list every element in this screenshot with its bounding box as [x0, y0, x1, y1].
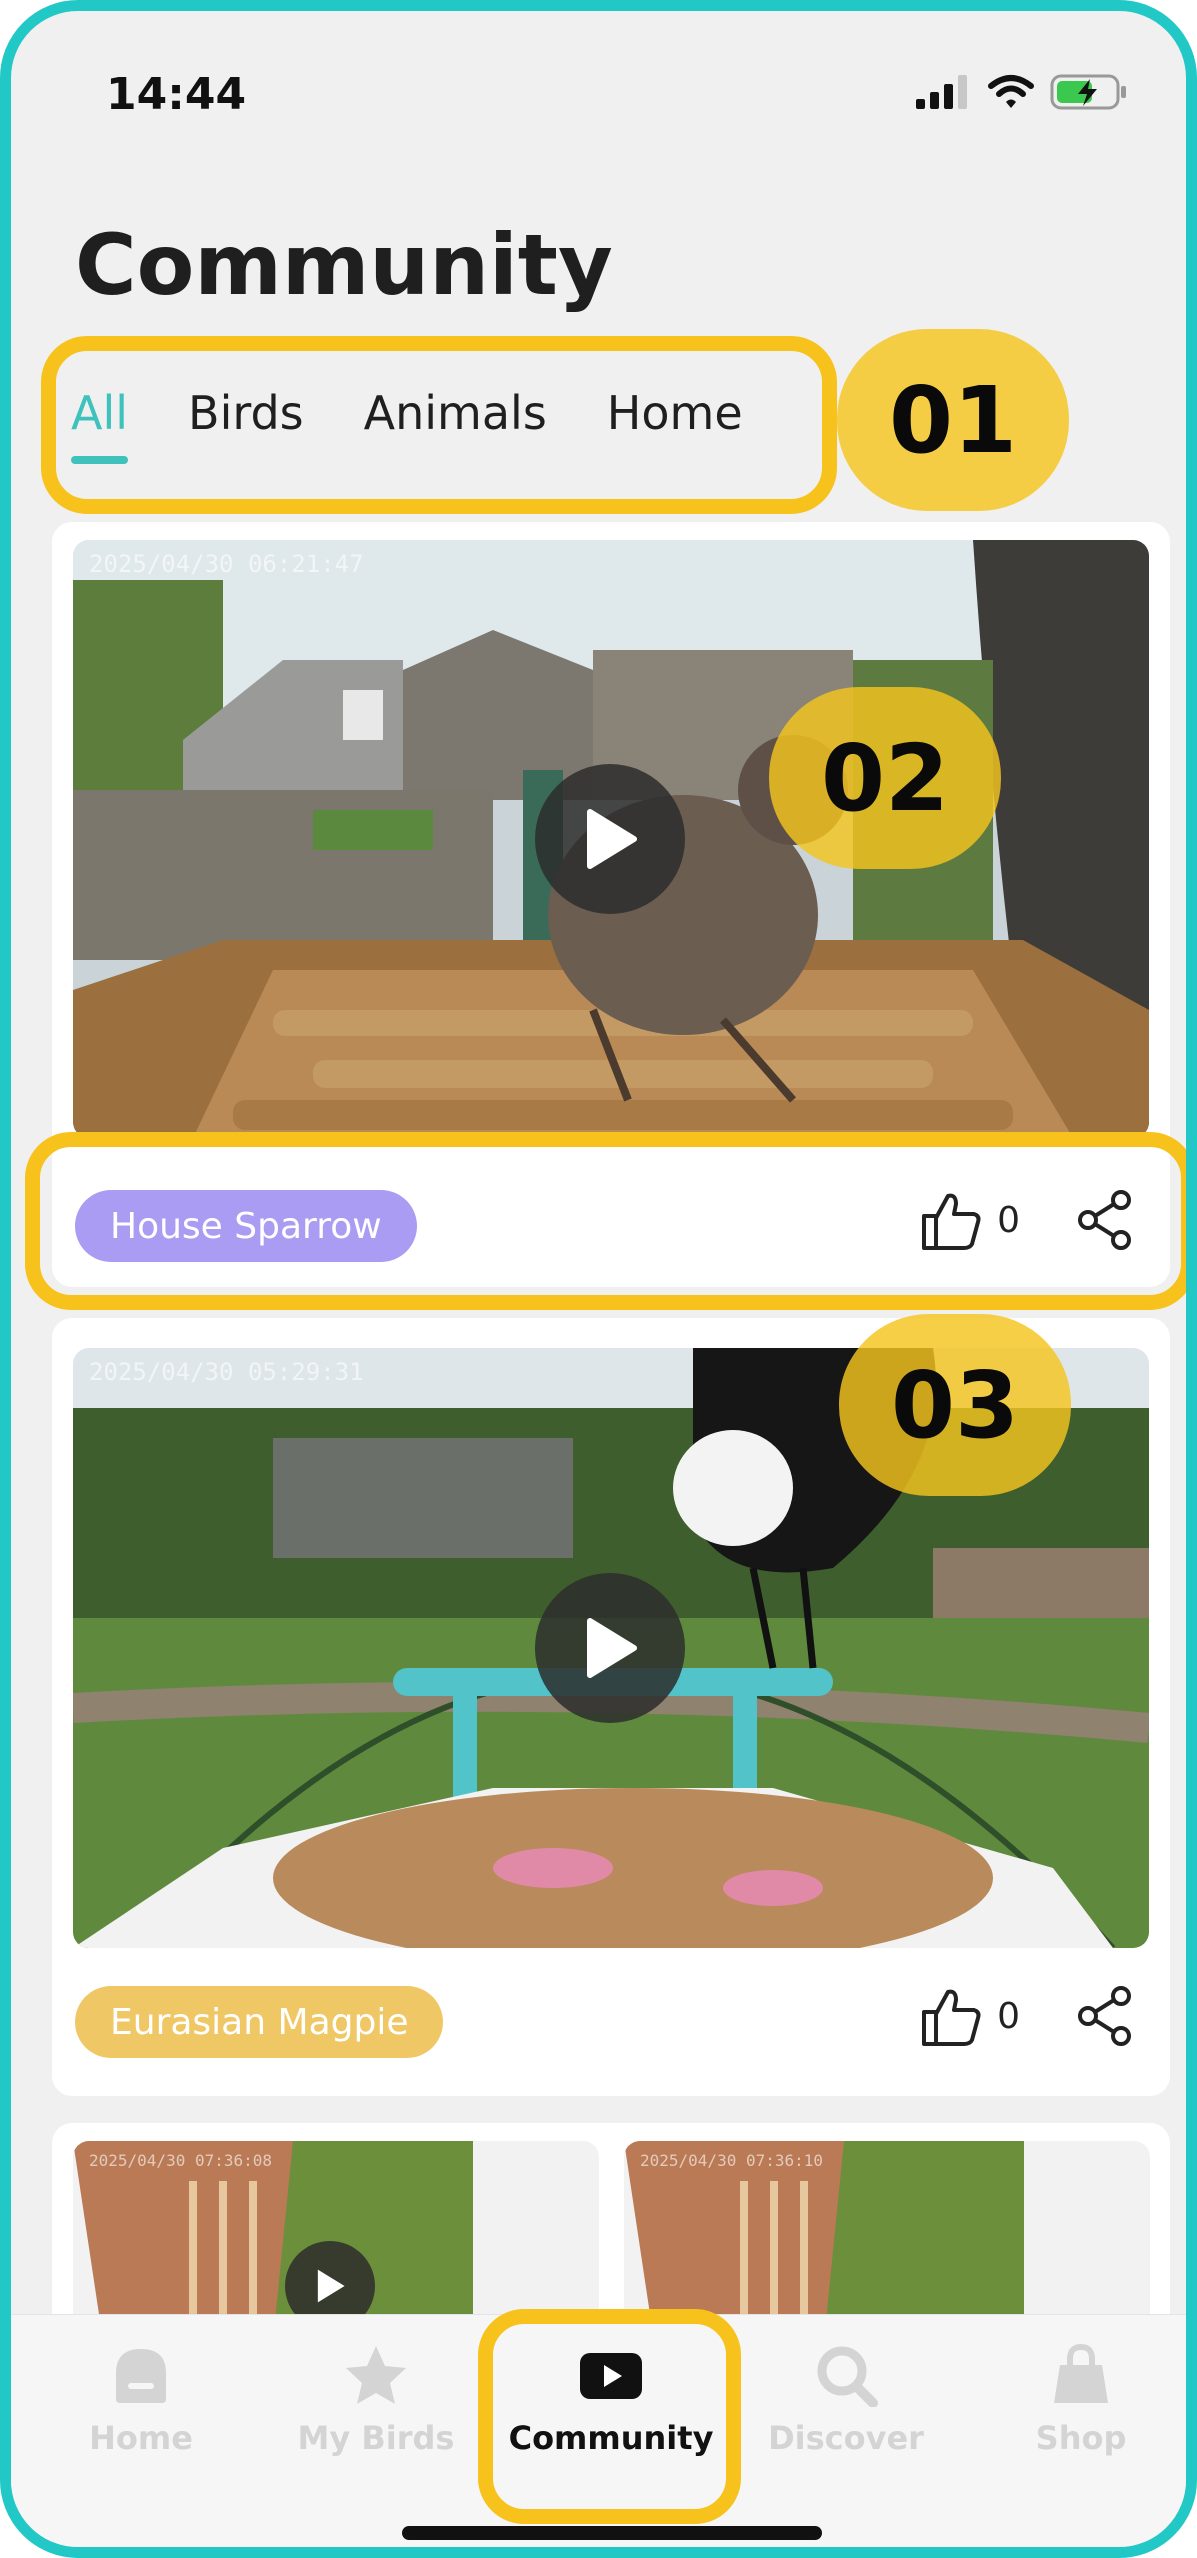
search-icon [817, 2346, 878, 2407]
callout-badge-02: 02 [769, 687, 1001, 869]
status-icons [916, 73, 1128, 111]
video-timestamp: 2025/04/30 07:36:08 [89, 2151, 273, 2170]
tab-all[interactable]: All [71, 386, 129, 464]
nav-label: My Birds [297, 2419, 455, 2457]
category-tabs: All Birds Animals Home [71, 386, 743, 464]
nav-label: Home [89, 2419, 193, 2457]
nav-discover[interactable]: Discover [731, 2343, 961, 2457]
share-icon[interactable] [1075, 1985, 1135, 2047]
species-tag[interactable]: Eurasian Magpie [75, 1986, 444, 2058]
nav-my-birds[interactable]: My Birds [261, 2343, 491, 2457]
video-timestamp: 2025/04/30 05:29:31 [89, 1358, 364, 1386]
home-icon [116, 2349, 166, 2403]
tab-birds[interactable]: Birds [188, 386, 304, 454]
actions-highlight-box [25, 1132, 1186, 1310]
like-count: 0 [997, 1996, 1020, 2037]
nav-highlight-box [478, 2309, 741, 2524]
play-icon [317, 2269, 345, 2303]
play-button[interactable] [535, 1573, 685, 1723]
thumbs-up-icon[interactable] [920, 1986, 982, 2048]
video-timestamp: 2025/04/30 07:36:10 [640, 2151, 824, 2170]
phone-frame: 14:44 Community All Birds Animals Home 0… [0, 0, 1197, 2558]
post-actions: Eurasian Magpie 0 [52, 1961, 1170, 2071]
tab-animals[interactable]: Animals [364, 386, 547, 454]
play-icon [587, 1618, 637, 1678]
nav-label: Shop [1035, 2419, 1127, 2457]
nav-home[interactable]: Home [26, 2343, 256, 2457]
video-thumbnail[interactable]: 2025/04/30 06:21:47 [73, 540, 1149, 1138]
shopping-bag-icon [1054, 2343, 1108, 2403]
callout-badge-01: 01 [837, 329, 1069, 511]
status-time: 14:44 [106, 69, 247, 120]
callout-badge-03: 03 [839, 1314, 1071, 1496]
star-icon [346, 2346, 406, 2404]
play-icon [587, 809, 637, 869]
home-indicator [402, 2526, 822, 2540]
nav-shop[interactable]: Shop [966, 2343, 1186, 2457]
nav-label: Discover [768, 2419, 924, 2457]
page-title: Community [75, 216, 613, 314]
battery-charging-icon [1050, 74, 1126, 110]
tab-home[interactable]: Home [607, 386, 743, 454]
play-button[interactable] [535, 764, 685, 914]
signal-icon [916, 75, 967, 109]
video-timestamp: 2025/04/30 06:21:47 [89, 550, 364, 578]
wifi-icon [988, 75, 1034, 108]
